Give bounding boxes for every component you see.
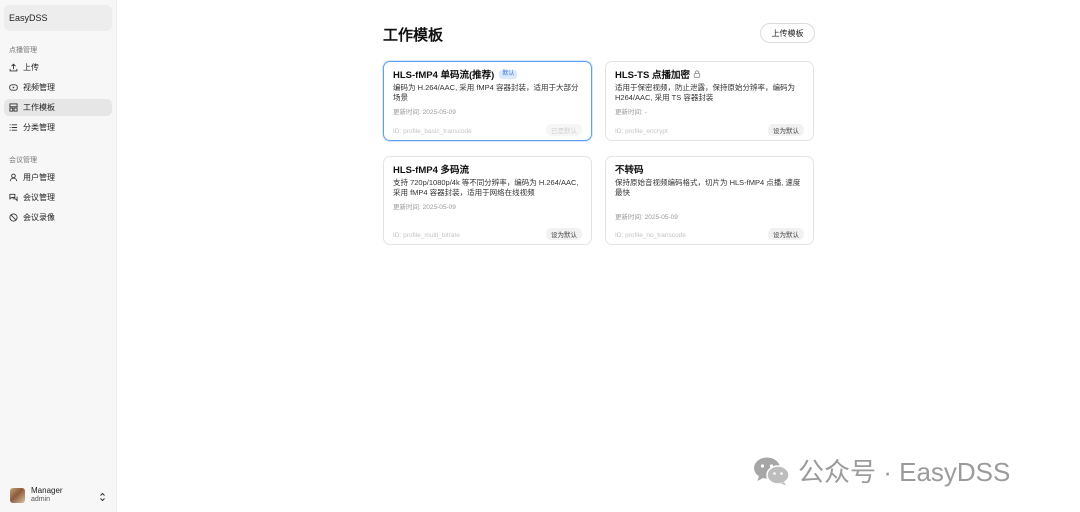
user-name: Manager — [31, 486, 63, 495]
card-description: 支持 720p/1080p/4k 等不同分辨率，编码为 H.264/AAC, 采… — [393, 178, 579, 197]
user-menu[interactable]: Manager admin — [10, 484, 110, 506]
card-updated: 更新时间: 2025-05-09 — [393, 204, 456, 211]
meeting-icon — [9, 193, 18, 202]
brand-label[interactable]: EasyDSS — [4, 5, 112, 31]
sidebar: EasyDSS 点播管理 上传 视频管理 工作模板 分类管理 会议管理 用户管理 — [0, 0, 117, 512]
set-default-button[interactable]: 设为默认 — [546, 228, 582, 240]
card-id: ID: profile_no_transcode — [615, 232, 686, 239]
template-card-no-transcode[interactable]: 不转码 保持原始音视频编码格式，切片为 HLS-fMP4 点播, 速度最快 更新… — [605, 156, 814, 245]
user-role: admin — [31, 496, 51, 503]
card-id: ID: profile_basic_transcode — [393, 128, 472, 135]
recording-icon — [9, 213, 18, 222]
sidebar-item-label: 用户管理 — [23, 173, 55, 182]
sidebar-item-label: 工作模板 — [23, 103, 55, 112]
card-title: HLS-TS 点播加密 — [615, 70, 690, 81]
set-default-button[interactable]: 设为默认 — [768, 124, 804, 136]
sidebar-item-label: 会议录像 — [23, 213, 55, 222]
upload-icon — [9, 63, 18, 72]
default-badge: 默认 — [499, 69, 518, 79]
sidebar-item-label: 上传 — [23, 63, 39, 72]
card-title: HLS-fMP4 单码流(推荐) — [393, 70, 495, 81]
card-id: ID: profile_encrypt — [615, 128, 668, 135]
sidebar-item-label: 视频管理 — [23, 83, 55, 92]
card-description: 编码为 H.264/AAC, 采用 fMP4 容器封装，适用于大部分场景 — [393, 83, 579, 102]
template-icon — [9, 103, 18, 112]
card-title: 不转码 — [615, 165, 644, 176]
group-label-vod: 点播管理 — [9, 47, 37, 54]
avatar — [10, 487, 25, 503]
sidebar-item-categories[interactable]: 分类管理 — [4, 119, 112, 136]
sidebar-item-upload[interactable]: 上传 — [4, 59, 112, 76]
template-card-encrypt[interactable]: HLS-TS 点播加密 适用于保密视频，防止泄露，保持原始分辨率，编码为 H26… — [605, 61, 814, 141]
card-description: 适用于保密视频，防止泄露，保持原始分辨率，编码为 H264/AAC, 采用 TS… — [615, 83, 795, 102]
card-description: 保持原始音视频编码格式，切片为 HLS-fMP4 点播, 速度最快 — [615, 178, 801, 197]
template-card-multi-bitrate[interactable]: HLS-fMP4 多码流 支持 720p/1080p/4k 等不同分辨率，编码为… — [383, 156, 592, 245]
sidebar-item-recordings[interactable]: 会议录像 — [4, 209, 112, 226]
group-label-meeting: 会议管理 — [9, 157, 37, 164]
sidebar-item-video[interactable]: 视频管理 — [4, 79, 112, 96]
list-icon — [9, 123, 18, 132]
watermark: 公众号 · EasyDSS — [752, 452, 1010, 489]
template-card-basic[interactable]: HLS-fMP4 单码流(推荐) 默认 编码为 H.264/AAC, 采用 fM… — [383, 61, 592, 141]
card-updated: 更新时间: 2025-05-09 — [615, 214, 678, 221]
sidebar-item-label: 会议管理 — [23, 193, 55, 202]
card-updated: 更新时间: 2025-05-09 — [393, 109, 456, 116]
page-title: 工作模板 — [383, 27, 444, 44]
card-id: ID: profile_multi_bitrate — [393, 232, 460, 239]
card-updated: 更新时间: - — [615, 109, 647, 116]
video-icon — [9, 83, 18, 92]
upload-template-button[interactable]: 上传模板 — [760, 23, 815, 43]
set-default-button[interactable]: 设为默认 — [768, 228, 804, 240]
sidebar-item-label: 分类管理 — [23, 123, 55, 132]
wechat-icon — [752, 455, 790, 487]
card-title: HLS-fMP4 多码流 — [393, 165, 470, 176]
already-default-button: 已是默认 — [546, 124, 582, 136]
user-icon — [9, 173, 18, 182]
chevron-updown-icon — [99, 489, 106, 502]
watermark-text: 公众号 · EasyDSS — [798, 457, 1011, 487]
sidebar-item-users[interactable]: 用户管理 — [4, 169, 112, 186]
sidebar-item-templates[interactable]: 工作模板 — [4, 99, 112, 116]
lock-icon — [693, 70, 701, 78]
sidebar-item-meetings[interactable]: 会议管理 — [4, 189, 112, 206]
